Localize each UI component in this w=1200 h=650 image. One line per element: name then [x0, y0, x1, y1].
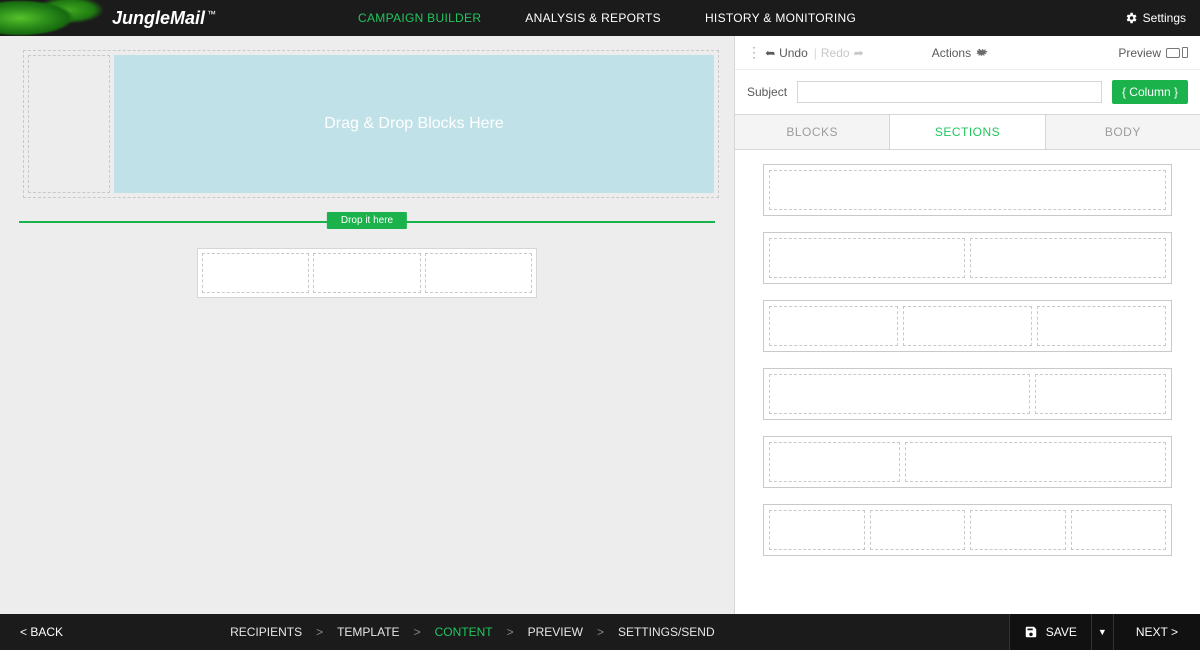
section-template-2-1[interactable] [763, 368, 1172, 420]
redo-icon: ➦ [854, 46, 864, 60]
workspace: Drag & Drop Blocks Here Drop it here ⋮ ➦ [0, 36, 1200, 614]
top-bar: JungleMail™ CAMPAIGN BUILDER ANALYSIS & … [0, 0, 1200, 36]
email-canvas[interactable]: Drag & Drop Blocks Here Drop it here [0, 36, 734, 614]
device-icons [1166, 47, 1188, 58]
undo-button[interactable]: ➦ Undo [765, 46, 808, 60]
actions-menu[interactable]: Actions [932, 46, 988, 60]
drop-zone-label: Drag & Drop Blocks Here [324, 115, 504, 133]
save-area: SAVE ▼ NEXT > [1009, 614, 1200, 650]
section-template-2col[interactable] [763, 232, 1172, 284]
canvas-section-2[interactable] [197, 248, 537, 298]
sections-list[interactable] [735, 150, 1200, 614]
nav-analysis-reports[interactable]: ANALYSIS & REPORTS [503, 0, 683, 36]
brand-name-b: Mail [170, 8, 205, 28]
step-sep: > [414, 625, 421, 639]
canvas-cell[interactable] [425, 253, 532, 293]
subject-label: Subject [747, 85, 787, 99]
nav-campaign-builder[interactable]: CAMPAIGN BUILDER [336, 0, 503, 36]
redo-button[interactable]: | Redo ➦ [814, 46, 864, 60]
step-sep: > [507, 625, 514, 639]
step-sep: > [597, 625, 604, 639]
desktop-icon [1166, 48, 1180, 58]
canvas-section-1[interactable]: Drag & Drop Blocks Here [23, 50, 719, 198]
undo-label: Undo [779, 46, 808, 60]
preview-label: Preview [1118, 46, 1161, 60]
step-template[interactable]: TEMPLATE [337, 625, 399, 639]
tab-blocks[interactable]: BLOCKS [735, 115, 890, 149]
drop-badge: Drop it here [327, 212, 407, 229]
panel-toolbar: ⋮ ➦ Undo | Redo ➦ Actions Preview [735, 36, 1200, 70]
redo-label: Redo [821, 46, 850, 60]
step-settings-send[interactable]: SETTINGS/SEND [618, 625, 715, 639]
drop-indicator: Drop it here [19, 212, 715, 232]
actions-label: Actions [932, 46, 971, 60]
brand-tm: ™ [207, 9, 216, 19]
wizard-steps: RECIPIENTS > TEMPLATE > CONTENT > PREVIE… [230, 625, 715, 639]
column-button[interactable]: { Column } [1112, 80, 1188, 104]
preview-toggle[interactable]: Preview [1118, 46, 1188, 60]
drag-handle-icon[interactable]: ⋮ [747, 44, 759, 61]
next-button[interactable]: NEXT > [1113, 614, 1200, 650]
tab-sections[interactable]: SECTIONS [890, 115, 1045, 149]
save-icon [1024, 625, 1038, 639]
step-recipients[interactable]: RECIPIENTS [230, 625, 302, 639]
step-sep: > [316, 625, 323, 639]
bottom-bar: < BACK RECIPIENTS > TEMPLATE > CONTENT >… [0, 614, 1200, 650]
brand-leaf-graphic [0, 0, 108, 36]
side-panel: ⋮ ➦ Undo | Redo ➦ Actions Preview [734, 36, 1200, 614]
tab-body[interactable]: BODY [1046, 115, 1200, 149]
section-template-3col[interactable] [763, 300, 1172, 352]
panel-tabs: BLOCKS SECTIONS BODY [735, 114, 1200, 150]
brand-logo: JungleMail™ [112, 8, 216, 29]
subject-row: Subject { Column } [735, 70, 1200, 114]
settings-link[interactable]: Settings [1124, 11, 1186, 25]
gears-icon [1124, 11, 1138, 25]
subject-input[interactable] [797, 81, 1102, 103]
undo-icon: ➦ [765, 46, 775, 60]
save-dropdown[interactable]: ▼ [1091, 614, 1113, 650]
drag-drop-zone[interactable]: Drag & Drop Blocks Here [114, 55, 714, 193]
canvas-cell[interactable] [313, 253, 420, 293]
top-nav: CAMPAIGN BUILDER ANALYSIS & REPORTS HIST… [336, 0, 878, 36]
canvas-cell[interactable] [202, 253, 309, 293]
step-content[interactable]: CONTENT [435, 625, 493, 639]
back-button[interactable]: < BACK [0, 625, 83, 639]
gear-sparkle-icon [975, 46, 988, 59]
settings-label: Settings [1143, 11, 1186, 25]
section-template-1col[interactable] [763, 164, 1172, 216]
section-template-4col[interactable] [763, 504, 1172, 556]
save-button[interactable]: SAVE [1009, 614, 1091, 650]
step-preview[interactable]: PREVIEW [528, 625, 583, 639]
mobile-icon [1182, 47, 1188, 58]
nav-history-monitoring[interactable]: HISTORY & MONITORING [683, 0, 878, 36]
canvas-empty-column[interactable] [28, 55, 110, 193]
brand-name-a: Jungle [112, 8, 170, 28]
section-template-1-2[interactable] [763, 436, 1172, 488]
save-label: SAVE [1046, 625, 1077, 639]
